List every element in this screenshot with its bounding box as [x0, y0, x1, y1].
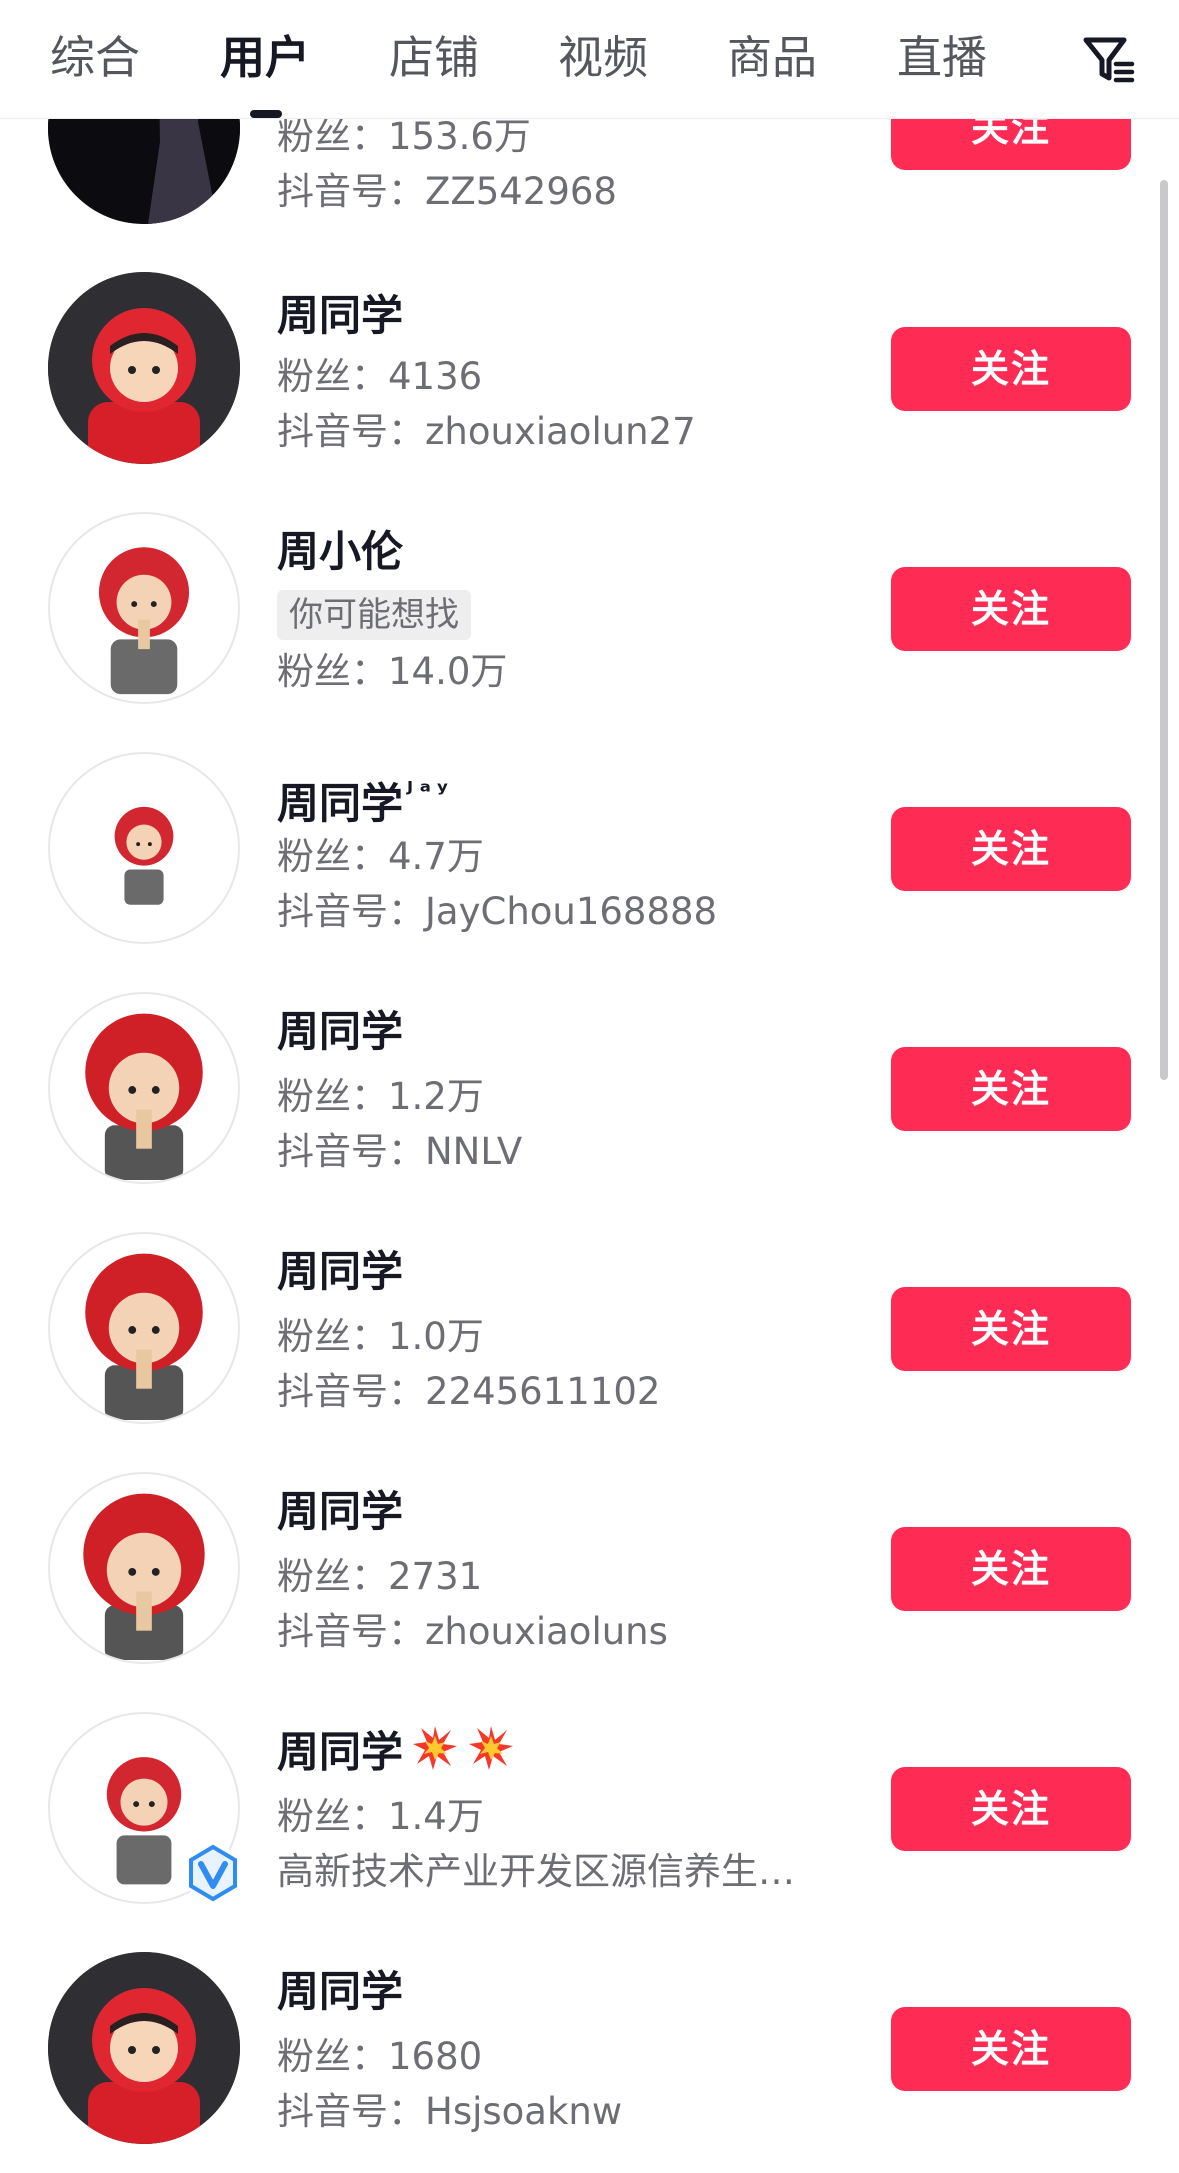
user-row[interactable]: 周同学 粉丝：4136 抖音号：zhouxiaolun27 关注	[0, 270, 1179, 510]
fans-count: 粉丝：1680	[277, 2035, 483, 2078]
name-suffix: ᴶᵃʸ	[407, 777, 454, 807]
user-row[interactable]: 周同学 粉丝：1.4万 高新技术产业开发区源信养生… 关注	[0, 1710, 1179, 1950]
follow-button[interactable]: 关注	[891, 567, 1131, 651]
maybe-looking-for-tag: 你可能想找	[277, 590, 471, 640]
tab-videos[interactable]: 视频	[558, 28, 648, 88]
user-description: 高新技术产业开发区源信养生…	[277, 1850, 795, 1893]
follow-button[interactable]: 关注	[891, 327, 1131, 411]
avatar[interactable]	[48, 1232, 240, 1424]
user-name[interactable]: 周同学	[277, 1484, 403, 1540]
douyin-id: 抖音号：zhouxiaolun27	[277, 410, 696, 453]
tab-users[interactable]: 用户	[220, 28, 310, 88]
avatar[interactable]	[48, 512, 240, 704]
collision-emoji-icon	[411, 1724, 459, 1786]
follow-button[interactable]: 关注	[891, 1287, 1131, 1371]
verified-badge-icon	[184, 1844, 242, 1902]
douyin-id: 抖音号：NNLV	[277, 1130, 523, 1173]
fans-count: 粉丝：1.2万	[277, 1075, 484, 1118]
user-name[interactable]: 周同学	[277, 288, 403, 344]
avatar[interactable]	[48, 1472, 240, 1664]
avatar[interactable]	[48, 272, 240, 464]
user-name[interactable]: 周同学 ᴶᵃʸ	[277, 764, 454, 832]
douyin-id: 抖音号：Hsjsoaknw	[277, 2090, 623, 2133]
fans-count: 粉丝：4.7万	[277, 835, 484, 878]
active-tab-indicator	[250, 110, 282, 118]
scrollbar[interactable]	[1160, 180, 1168, 1080]
douyin-id: 抖音号：zhouxiaoluns	[277, 1610, 668, 1653]
follow-button[interactable]: 关注	[891, 1527, 1131, 1611]
user-row[interactable]: 周同学 ᴶᵃʸ 粉丝：4.7万 抖音号：JayChou168888 关注	[0, 750, 1179, 990]
douyin-id: 抖音号：JayChou168888	[277, 890, 718, 933]
fans-count: 粉丝：4136	[277, 355, 483, 398]
user-name[interactable]: 周小伦	[277, 524, 403, 580]
user-name[interactable]: 周同学	[277, 1004, 403, 1060]
user-result-list: 粉丝：153.6万 抖音号：ZZ542968 关注 周同学 粉丝：4136 抖音…	[0, 0, 1179, 2173]
avatar[interactable]	[48, 992, 240, 1184]
user-name[interactable]: 周同学	[277, 1724, 515, 1786]
filter-icon[interactable]	[1080, 34, 1138, 86]
search-tab-bar: 综合 用户 店铺 视频 商品 直播	[0, 0, 1179, 119]
avatar[interactable]	[48, 1952, 240, 2144]
tab-products[interactable]: 商品	[727, 28, 817, 88]
follow-button[interactable]: 关注	[891, 2007, 1131, 2091]
follow-button[interactable]: 关注	[891, 1767, 1131, 1851]
avatar[interactable]	[48, 752, 240, 944]
user-row[interactable]: 周同学 粉丝：1680 抖音号：Hsjsoaknw 关注	[0, 1950, 1179, 2173]
tab-comprehensive[interactable]: 综合	[50, 28, 140, 88]
collision-emoji-icon	[467, 1724, 515, 1786]
tab-shops[interactable]: 店铺	[389, 28, 479, 88]
fans-count: 粉丝：153.6万	[277, 115, 531, 158]
user-name[interactable]: 周同学	[277, 1964, 403, 2020]
fans-count: 粉丝：14.0万	[277, 650, 508, 693]
user-name[interactable]: 周同学	[277, 1244, 403, 1300]
douyin-id: 抖音号：2245611102	[277, 1370, 661, 1413]
fans-count: 粉丝：1.4万	[277, 1795, 484, 1838]
douyin-id: 抖音号：ZZ542968	[277, 170, 617, 213]
fans-count: 粉丝：1.0万	[277, 1315, 484, 1358]
user-row[interactable]: 周同学 粉丝：1.2万 抖音号：NNLV 关注	[0, 990, 1179, 1230]
user-row[interactable]: 周小伦 你可能想找 粉丝：14.0万 关注	[0, 510, 1179, 750]
follow-button[interactable]: 关注	[891, 1047, 1131, 1131]
user-row[interactable]: 周同学 粉丝：2731 抖音号：zhouxiaoluns 关注	[0, 1470, 1179, 1710]
tab-live[interactable]: 直播	[897, 28, 987, 88]
user-row[interactable]: 周同学 粉丝：1.0万 抖音号：2245611102 关注	[0, 1230, 1179, 1470]
fans-count: 粉丝：2731	[277, 1555, 483, 1598]
follow-button[interactable]: 关注	[891, 807, 1131, 891]
